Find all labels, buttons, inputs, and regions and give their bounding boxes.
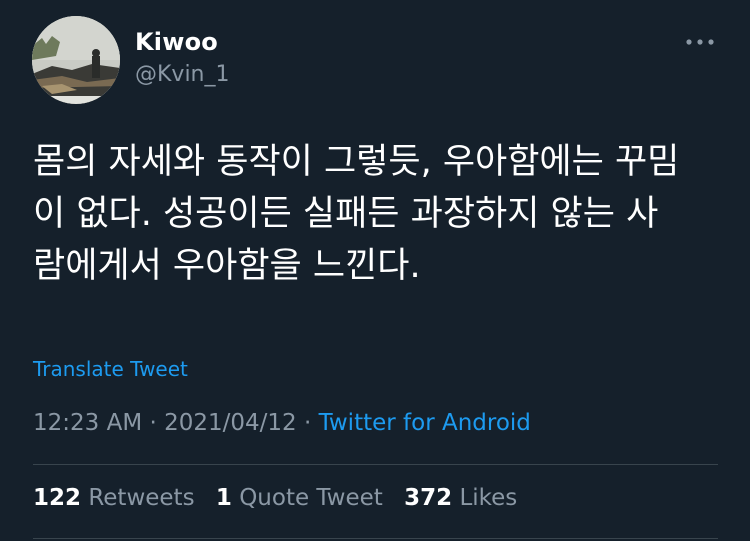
tweet-text: 몸의 자세와 동작이 그렇듯, 우아함에는 꾸밈 이 없다. 성공이든 실패든 … — [33, 136, 723, 292]
likes-count: 372 — [404, 485, 453, 511]
retweets-count: 122 — [33, 485, 82, 511]
tweet-stats: 122 Retweets 1 Quote Tweet 372 Likes — [33, 485, 531, 511]
ellipsis-icon[interactable] — [680, 30, 720, 54]
tweet-text-line: 람에게서 우아함을 느낀다. — [33, 246, 421, 286]
ellipsis-icon-glyph — [686, 39, 714, 45]
display-name[interactable]: Kiwoo — [135, 28, 218, 56]
tweet-text-line: 이 없다. 성공이든 실패든 과장하지 않는 사 — [33, 194, 659, 234]
profile-photo — [32, 16, 120, 104]
translate-tweet-link[interactable]: Translate Tweet — [33, 357, 188, 381]
likes-stat[interactable]: 372 Likes — [404, 485, 517, 511]
quote-tweets-stat[interactable]: 1 Quote Tweet — [216, 485, 383, 511]
tweet-date[interactable]: 2021/04/12 — [164, 410, 297, 436]
retweets-stat[interactable]: 122 Retweets — [33, 485, 195, 511]
meta-separator: · — [149, 410, 157, 436]
tweet-time[interactable]: 12:23 AM — [33, 410, 142, 436]
divider — [33, 464, 718, 465]
avatar[interactable] — [32, 16, 120, 104]
retweets-label: Retweets — [88, 485, 195, 511]
divider — [33, 538, 718, 539]
quote-tweets-label: Quote Tweet — [239, 485, 383, 511]
quote-tweets-count: 1 — [215, 485, 232, 511]
tweet-meta: 12:23 AM · 2021/04/12 · Twitter for Andr… — [33, 410, 531, 436]
likes-label: Likes — [459, 485, 518, 511]
tweet-source-link[interactable]: Twitter for Android — [319, 410, 531, 436]
user-handle[interactable]: @Kvin_1 — [135, 62, 230, 87]
meta-separator: · — [304, 410, 312, 436]
tweet-text-line: 몸의 자세와 동작이 그렇듯, 우아함에는 꾸밈 — [33, 142, 680, 182]
